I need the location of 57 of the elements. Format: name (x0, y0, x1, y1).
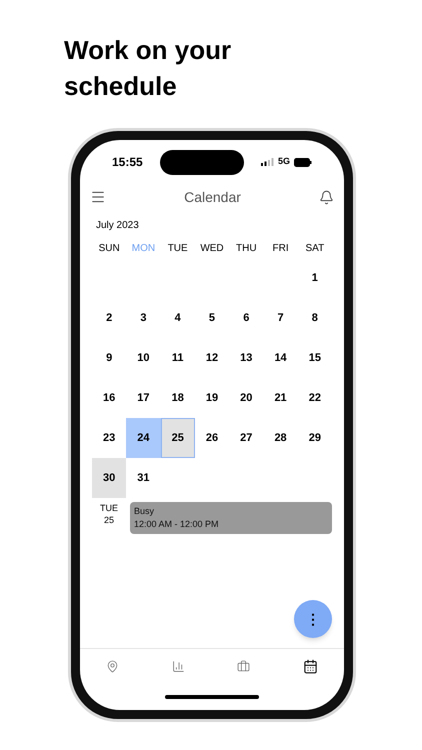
battery-icon (294, 158, 312, 166)
screen-title: Calendar (184, 188, 241, 206)
weekday-label: FRI (272, 242, 290, 256)
calendar-day[interactable]: 25 (160, 418, 195, 458)
event-card[interactable]: Busy 12:00 AM - 12:00 PM (130, 502, 332, 534)
weekday-label: SAT (304, 242, 326, 256)
more-button[interactable]: ⋮ (294, 600, 332, 638)
location-tab-icon[interactable] (106, 660, 120, 673)
weekday-label: THU (235, 242, 258, 256)
notifications-icon[interactable] (318, 190, 334, 204)
calendar-day[interactable]: 13 (229, 338, 264, 378)
jobs-tab-icon[interactable] (237, 660, 250, 673)
calendar-day[interactable]: 4 (160, 298, 195, 338)
calendar-day[interactable]: 18 (160, 378, 195, 418)
stats-tab-icon[interactable] (172, 660, 185, 673)
network-label: 5G (278, 155, 290, 168)
status-time: 15:55 (112, 154, 143, 171)
headline: Work on your schedule (64, 34, 232, 103)
calendar-day[interactable]: 17 (126, 378, 161, 418)
calendar-day[interactable]: 3 (126, 298, 161, 338)
calendar-day[interactable]: 11 (160, 338, 195, 378)
calendar-day[interactable]: 22 (298, 378, 332, 418)
calendar-day[interactable]: 9 (92, 338, 126, 378)
event-time: 12:00 AM - 12:00 PM (134, 518, 220, 531)
calendar-day[interactable]: 19 (194, 378, 230, 418)
calendar-day[interactable]: 31 (126, 458, 161, 498)
month-label: July 2023 (96, 219, 140, 233)
calendar-day[interactable]: 20 (229, 378, 264, 418)
event-title: Busy (134, 505, 156, 518)
signal-icon (260, 158, 274, 166)
calendar-day[interactable]: 23 (92, 418, 126, 458)
calendar-day[interactable]: 8 (298, 298, 332, 338)
calendar-day[interactable]: 14 (263, 338, 298, 378)
calendar-day[interactable]: 29 (298, 418, 332, 458)
weekday-label: MON (130, 242, 156, 256)
calendar-day[interactable]: 10 (126, 338, 161, 378)
agenda-weekday: TUE (100, 502, 118, 514)
calendar-day[interactable]: 1 (298, 258, 332, 298)
calendar-day[interactable]: 27 (229, 418, 264, 458)
calendar-day[interactable]: 28 (263, 418, 298, 458)
menu-icon[interactable] (90, 189, 106, 205)
calendar-day[interactable]: 5 (194, 298, 230, 338)
calendar-day[interactable]: 12 (194, 338, 230, 378)
calendar-tab-icon[interactable] (302, 659, 318, 674)
calendar-day[interactable]: 30 (92, 458, 126, 498)
calendar-day[interactable]: 21 (263, 378, 298, 418)
agenda-day: 25 (104, 514, 114, 526)
weekday-label: SUN (98, 242, 121, 256)
calendar-day[interactable]: 26 (194, 418, 230, 458)
calendar-day[interactable]: 15 (298, 338, 332, 378)
calendar-day[interactable]: 16 (92, 378, 126, 418)
calendar-day[interactable]: 24 (126, 418, 161, 458)
weekday-label: TUE (166, 242, 189, 256)
calendar-day[interactable]: 6 (229, 298, 264, 338)
calendar-day[interactable]: 7 (263, 298, 298, 338)
calendar-day[interactable]: 2 (92, 298, 126, 338)
weekday-label: WED (199, 242, 225, 256)
